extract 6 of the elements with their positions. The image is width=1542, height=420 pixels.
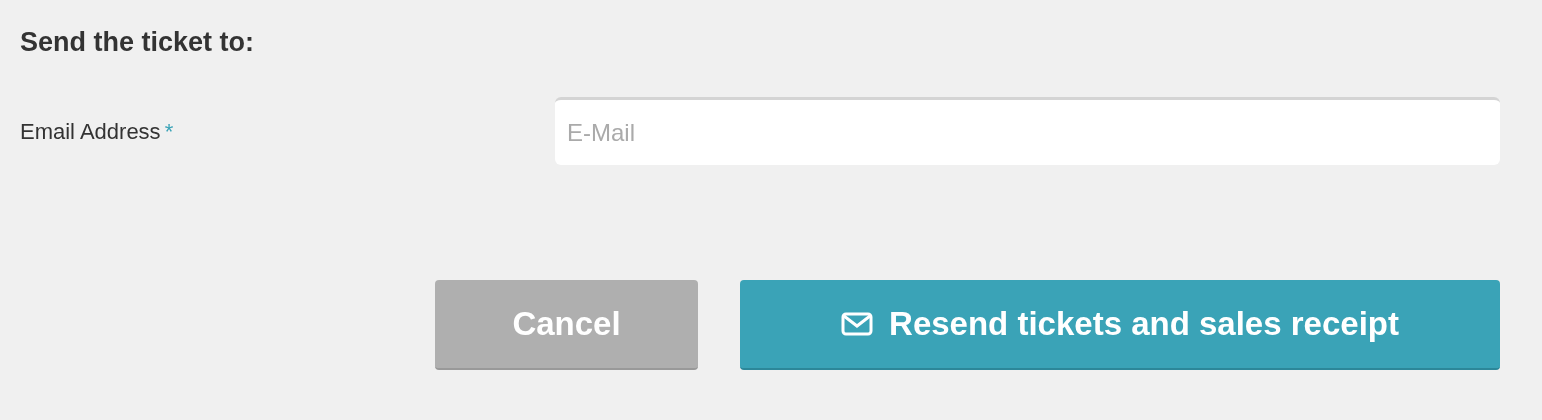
email-input-field[interactable]: E-Mail xyxy=(555,97,1500,165)
resend-button[interactable]: Resend tickets and sales receipt xyxy=(740,280,1500,370)
cancel-button[interactable]: Cancel xyxy=(435,280,698,370)
envelope-icon xyxy=(841,312,874,336)
section-heading: Send the ticket to: xyxy=(20,26,256,59)
field-label: Email Address * xyxy=(20,117,175,146)
